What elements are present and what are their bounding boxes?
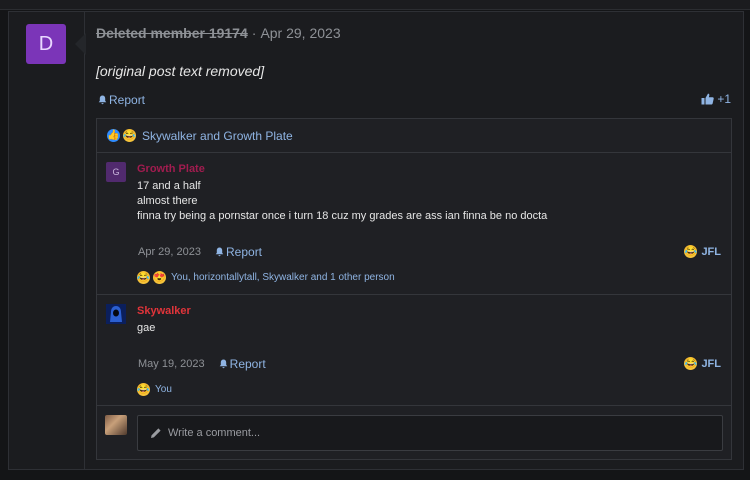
laugh-icon: 😂 [137, 383, 150, 396]
reply-reactions[interactable]: 😂 😍 You, horizontallytall, Skywalker and… [137, 271, 395, 284]
reply-report-link[interactable]: Report [215, 245, 262, 259]
bell-icon [215, 247, 224, 257]
avatar[interactable] [106, 304, 126, 324]
post-report-link[interactable]: Report [98, 93, 145, 107]
reply-meta: May 19, 2023 Report [138, 357, 266, 371]
bell-icon [98, 95, 107, 105]
laugh-icon: 😂 [137, 271, 150, 284]
post-body: [original post text removed] [96, 63, 265, 79]
reply-reactions[interactable]: 😂 You [137, 383, 172, 396]
post-sidebar: D [9, 12, 86, 469]
comment-box-row: Write a comment... [97, 406, 731, 460]
reply-date[interactable]: Apr 29, 2023 [138, 246, 201, 258]
post-date[interactable]: Apr 29, 2023 [260, 25, 340, 41]
reply-react-button[interactable]: 😂 JFL [684, 357, 721, 370]
pencil-icon [151, 428, 161, 438]
reply-report-link[interactable]: Report [219, 357, 266, 371]
post-header: Deleted member 19174 · Apr 29, 2023 [96, 25, 341, 41]
reply-react-button[interactable]: 😂 JFL [684, 245, 721, 258]
avatar[interactable]: G [106, 162, 126, 182]
post-main: Deleted member 19174 · Apr 29, 2023 [ori… [86, 12, 743, 469]
reply-line: 17 and a half [137, 180, 201, 192]
reply-line: gae [137, 322, 156, 334]
reaction-summary[interactable]: 👍 😂 Skywalker and Growth Plate [97, 119, 731, 153]
avatar-letter: D [38, 32, 54, 55]
laugh-icon: 😂 [684, 245, 698, 258]
avatar[interactable] [105, 415, 127, 435]
reply-line: finna try being a pornstar once i turn 1… [137, 210, 548, 222]
post-separator: · [251, 25, 257, 41]
like-icon: 👍 [107, 129, 120, 142]
bubble-arrow [75, 33, 86, 55]
love-icon: 😍 [153, 271, 166, 284]
reply-react-label: JFL [701, 357, 721, 370]
post-like-button[interactable]: +1 [701, 92, 731, 106]
reply-text: gae [137, 321, 155, 336]
reply-text: 17 and a half almost there finna try bei… [137, 179, 547, 224]
reply-meta: Apr 29, 2023 Report [138, 245, 262, 259]
reply-author[interactable]: Growth Plate [137, 163, 205, 175]
post: D Deleted member 19174 · Apr 29, 2023 [o… [8, 11, 744, 470]
comment-input[interactable]: Write a comment... [137, 415, 723, 451]
laugh-icon: 😂 [123, 129, 136, 142]
bell-icon [219, 359, 227, 369]
reaction-summary-text: Skywalker and Growth Plate [142, 128, 293, 143]
comment-reply: Skywalker gae May 19, 2023 Report 😂 JFL [97, 295, 731, 406]
post-report-label: Report [109, 93, 146, 107]
top-strip [0, 0, 750, 10]
reply-line: almost there [137, 195, 198, 207]
avatar-letter: G [112, 167, 120, 177]
reply-reactions-text: You [155, 384, 172, 395]
like-count: +1 [717, 92, 731, 106]
thumbs-up-icon [701, 93, 715, 105]
reply-date[interactable]: May 19, 2023 [138, 358, 205, 370]
reply-report-label: Report [229, 357, 266, 371]
comments-section: 👍 😂 Skywalker and Growth Plate G Growth … [96, 118, 732, 460]
post-author[interactable]: Deleted member 19174 [96, 25, 248, 41]
laugh-icon: 😂 [684, 357, 698, 370]
reply-react-label: JFL [701, 245, 721, 258]
comment-placeholder: Write a comment... [168, 427, 261, 439]
reply-report-label: Report [226, 245, 263, 259]
avatar[interactable]: D [26, 24, 66, 64]
comment-reply: G Growth Plate 17 and a half almost ther… [97, 153, 731, 295]
hooded-figure-icon [106, 304, 126, 324]
reply-author[interactable]: Skywalker [137, 305, 191, 317]
reply-reactions-text: You, horizontallytall, Skywalker and 1 o… [171, 272, 395, 283]
